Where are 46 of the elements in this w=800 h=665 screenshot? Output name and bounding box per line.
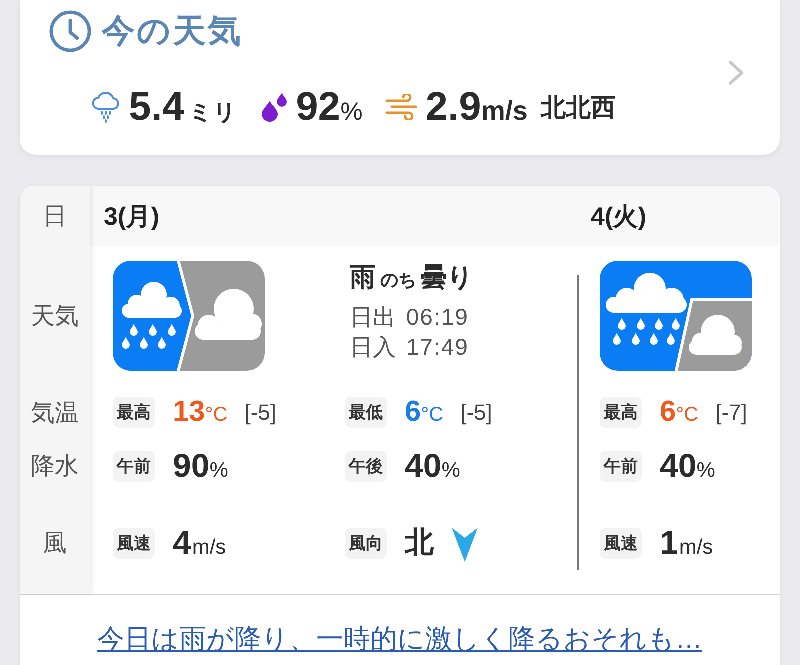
wind-direction: 北北西 — [540, 92, 616, 124]
temperature-change: [-5] — [244, 400, 277, 426]
current-weather-card[interactable]: 今の天気 5.4 ミリ 92% 2.9m/s 北北西 — [20, 0, 780, 155]
wind-tag: 風速 — [600, 528, 642, 558]
row-label: 日 — [43, 202, 67, 232]
rain-reading: 5.4 ミリ — [129, 84, 238, 130]
temperature-change: [-5] — [460, 400, 492, 426]
current-weather-title: 今の天気 — [102, 11, 243, 51]
precipitation-tag: 午前 — [113, 450, 155, 482]
precipitation-tag: 午前 — [600, 450, 642, 482]
wind-tag: 風向 — [345, 528, 387, 558]
sunset-time: 日入 17:49 — [350, 333, 470, 362]
precipitation-chance: 40% — [660, 447, 716, 485]
rain-and-cloud-icon — [600, 261, 752, 371]
humidity-reading: 92% — [296, 84, 363, 130]
precipitation-chance: 40% — [405, 447, 460, 485]
wind-direction: 北 — [405, 526, 434, 561]
rain-cloud-icon — [90, 91, 122, 123]
low-temperature: 6°C — [405, 396, 444, 429]
high-temperature: 6°C — [660, 396, 699, 429]
day-header: 3(月) — [90, 186, 577, 246]
row-label: 風 — [43, 529, 67, 559]
temperature-tag: 最高 — [600, 397, 642, 428]
wind-tag: 風速 — [113, 528, 155, 558]
sunrise-time: 日出 06:19 — [350, 303, 470, 332]
wind-speed: 4m/s — [173, 524, 226, 562]
precipitation-tag: 午後 — [345, 450, 387, 482]
forecast-summary-link[interactable]: 今日は雨が降り、一時的に激しく降るおそれも… — [98, 621, 702, 657]
row-label: 気温 — [31, 398, 79, 428]
temperature-tag: 最高 — [113, 397, 155, 428]
temperature-tag: 最低 — [345, 397, 387, 428]
arrow-down-icon — [452, 528, 478, 562]
weather-summary: 雨 のち 曇り — [350, 262, 474, 292]
day-header: 4(火) — [577, 186, 779, 246]
row-label: 天気 — [31, 302, 79, 332]
row-label: 降水 — [31, 452, 79, 482]
clock-icon — [49, 10, 92, 53]
water-drops-icon — [259, 92, 290, 122]
wind-reading: 2.9m/s — [426, 84, 528, 130]
precipitation-chance: 90% — [173, 447, 228, 485]
chevron-right-icon — [728, 60, 745, 86]
high-temperature: 13°C — [173, 396, 228, 429]
wind-speed: 1m/s — [660, 524, 714, 562]
temperature-change: [-7] — [716, 400, 748, 426]
rain-and-cloud-icon — [113, 261, 265, 371]
wind-icon — [384, 94, 419, 120]
